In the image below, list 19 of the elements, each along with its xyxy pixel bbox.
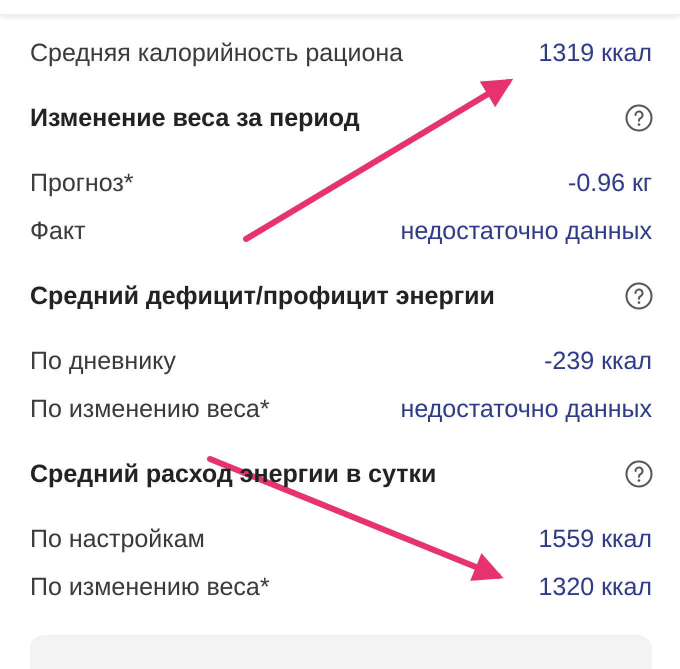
row-value: 1320 ккал — [538, 572, 652, 602]
row-label: Прогноз* — [30, 168, 134, 198]
row-value: 1559 ккал — [538, 524, 652, 554]
row-label: Факт — [30, 216, 86, 246]
row-value: 1319 ккал — [538, 38, 652, 68]
row-value: -239 ккал — [544, 346, 652, 376]
help-icon[interactable] — [625, 282, 653, 310]
row-label: По изменению веса* — [30, 572, 270, 602]
row-value: -0.96 кг — [568, 168, 652, 198]
row-label: По дневнику — [30, 346, 176, 376]
row-label: По изменению веса* — [30, 394, 270, 424]
section-title: Изменение веса за период — [30, 104, 360, 132]
row-value: недостаточно данных — [400, 216, 652, 246]
help-icon[interactable] — [625, 104, 653, 132]
help-icon[interactable] — [625, 460, 653, 488]
row-label: По настройкам — [30, 524, 205, 554]
row-label: Средняя калорийность рациона — [30, 38, 404, 68]
section-title: Средний дефицит/профицит энергии — [30, 282, 495, 310]
row-value: недостаточно данных — [400, 394, 652, 424]
